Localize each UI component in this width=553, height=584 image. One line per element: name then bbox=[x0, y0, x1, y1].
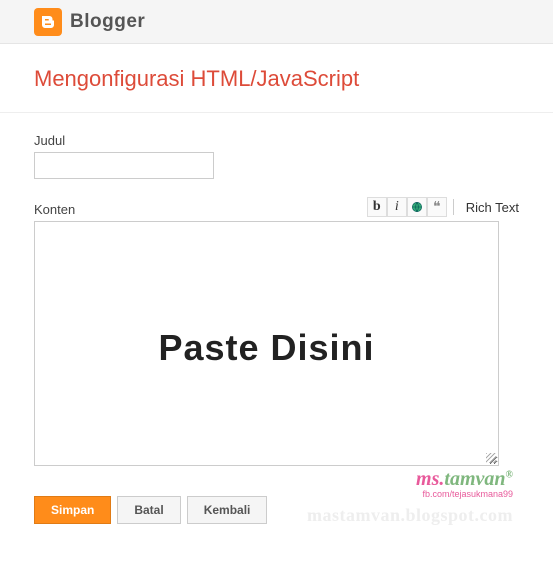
content-label: Konten bbox=[34, 202, 75, 217]
editor-toolbar: b i ❝ Rich Text bbox=[367, 197, 519, 217]
page-title: Mengonfigurasi HTML/JavaScript bbox=[0, 44, 553, 112]
back-button[interactable]: Kembali bbox=[187, 496, 268, 524]
content-textarea[interactable]: Paste Disini Paste Disini bbox=[34, 221, 499, 466]
app-header: Blogger bbox=[0, 0, 553, 44]
italic-button[interactable]: i bbox=[387, 197, 407, 217]
brand-text: Blogger bbox=[70, 11, 145, 33]
title-input[interactable] bbox=[34, 152, 214, 179]
cancel-button[interactable]: Batal bbox=[117, 496, 180, 524]
watermark-main: ms.tamvan® bbox=[307, 468, 513, 491]
quote-button[interactable]: ❝ bbox=[427, 197, 447, 217]
resize-grip-icon[interactable] bbox=[486, 453, 496, 463]
form-area: Judul Konten b i ❝ Rich Text Paste Disin… bbox=[0, 113, 553, 554]
button-row: Simpan Batal Kembali bbox=[34, 496, 519, 524]
link-button[interactable] bbox=[407, 197, 427, 217]
blogger-logo-icon bbox=[34, 8, 62, 36]
overlay-instruction: Paste Disini bbox=[35, 327, 498, 369]
bold-button[interactable]: b bbox=[367, 197, 387, 217]
content-header-row: Konten b i ❝ Rich Text bbox=[34, 197, 519, 217]
title-label: Judul bbox=[34, 133, 519, 148]
save-button[interactable]: Simpan bbox=[34, 496, 111, 524]
richtext-toggle[interactable]: Rich Text bbox=[466, 200, 519, 215]
toolbar-separator bbox=[453, 199, 454, 215]
